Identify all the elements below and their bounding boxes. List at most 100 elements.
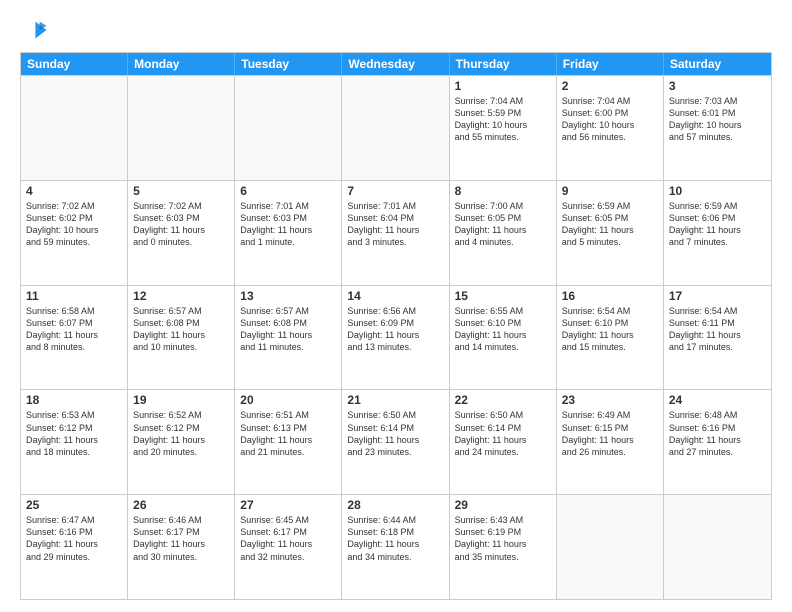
day-info: Sunrise: 6:56 AM Sunset: 6:09 PM Dayligh… xyxy=(347,305,443,354)
day-number: 27 xyxy=(240,498,336,512)
day-number: 6 xyxy=(240,184,336,198)
cal-cell: 6Sunrise: 7:01 AM Sunset: 6:03 PM Daylig… xyxy=(235,181,342,285)
cal-cell: 3 Sunrise: 7:03 AM Sunset: 6:01 PM Daylig… xyxy=(664,76,771,180)
calendar: SundayMondayTuesdayWednesdayThursdayFrid… xyxy=(20,52,772,600)
logo xyxy=(20,16,52,44)
day-number: 7 xyxy=(347,184,443,198)
day-info: Sunrise: 6:47 AM Sunset: 6:16 PM Dayligh… xyxy=(26,514,122,563)
cal-cell: 15 Sunrise: 6:55 AM Sunset: 6:10 PM Dayli… xyxy=(450,286,557,390)
day-info: Sunrise: 6:53 AM Sunset: 6:12 PM Dayligh… xyxy=(26,409,122,458)
day-number: 4 xyxy=(26,184,122,198)
cal-cell: 18 Sunrise: 6:53 AM Sunset: 6:12 PM Dayli… xyxy=(21,390,128,494)
day-info: Sunrise: 6:45 AM Sunset: 6:17 PM Dayligh… xyxy=(240,514,336,563)
cal-cell: 14 Sunrise: 6:56 AM Sunset: 6:09 PM Dayli… xyxy=(342,286,449,390)
day-number: 2 xyxy=(562,79,658,93)
day-number: 24 xyxy=(669,393,766,407)
day-number: 1 xyxy=(455,79,551,93)
header-day-thursday: Thursday xyxy=(450,53,557,75)
day-number: 10 xyxy=(669,184,766,198)
cal-cell: 9Sunrise: 6:59 AM Sunset: 6:05 PM Daylig… xyxy=(557,181,664,285)
day-number: 22 xyxy=(455,393,551,407)
day-info: Sunrise: 7:02 AM Sunset: 6:03 PM Dayligh… xyxy=(133,200,229,249)
day-info: Sunrise: 7:03 AM Sunset: 6:01 PM Dayligh… xyxy=(669,95,766,144)
day-info: Sunrise: 6:54 AM Sunset: 6:11 PM Dayligh… xyxy=(669,305,766,354)
day-number: 20 xyxy=(240,393,336,407)
day-info: Sunrise: 7:01 AM Sunset: 6:04 PM Dayligh… xyxy=(347,200,443,249)
cal-cell: 1 Sunrise: 7:04 AM Sunset: 5:59 PM Daylig… xyxy=(450,76,557,180)
day-number: 18 xyxy=(26,393,122,407)
cal-cell: 22 Sunrise: 6:50 AM Sunset: 6:14 PM Dayli… xyxy=(450,390,557,494)
cal-cell: 7 Sunrise: 7:01 AM Sunset: 6:04 PM Daylig… xyxy=(342,181,449,285)
day-number: 28 xyxy=(347,498,443,512)
cal-cell xyxy=(235,76,342,180)
calendar-body: 1 Sunrise: 7:04 AM Sunset: 5:59 PM Daylig… xyxy=(21,75,771,599)
day-number: 5 xyxy=(133,184,229,198)
calendar-row-1: 4 Sunrise: 7:02 AM Sunset: 6:02 PM Daylig… xyxy=(21,180,771,285)
cal-cell: 11 Sunrise: 6:58 AM Sunset: 6:07 PM Dayli… xyxy=(21,286,128,390)
calendar-row-3: 18 Sunrise: 6:53 AM Sunset: 6:12 PM Dayli… xyxy=(21,389,771,494)
day-info: Sunrise: 6:57 AM Sunset: 6:08 PM Dayligh… xyxy=(240,305,336,354)
day-info: Sunrise: 6:54 AM Sunset: 6:10 PM Dayligh… xyxy=(562,305,658,354)
cal-cell: 12Sunrise: 6:57 AM Sunset: 6:08 PM Dayli… xyxy=(128,286,235,390)
day-info: Sunrise: 6:43 AM Sunset: 6:19 PM Dayligh… xyxy=(455,514,551,563)
day-info: Sunrise: 6:51 AM Sunset: 6:13 PM Dayligh… xyxy=(240,409,336,458)
cal-cell: 17 Sunrise: 6:54 AM Sunset: 6:11 PM Dayli… xyxy=(664,286,771,390)
day-info: Sunrise: 7:04 AM Sunset: 5:59 PM Dayligh… xyxy=(455,95,551,144)
day-number: 17 xyxy=(669,289,766,303)
day-number: 29 xyxy=(455,498,551,512)
day-info: Sunrise: 6:58 AM Sunset: 6:07 PM Dayligh… xyxy=(26,305,122,354)
cal-cell xyxy=(21,76,128,180)
cal-cell xyxy=(557,495,664,599)
day-number: 8 xyxy=(455,184,551,198)
day-info: Sunrise: 6:44 AM Sunset: 6:18 PM Dayligh… xyxy=(347,514,443,563)
cal-cell: 2 Sunrise: 7:04 AM Sunset: 6:00 PM Daylig… xyxy=(557,76,664,180)
cal-cell: 24Sunrise: 6:48 AM Sunset: 6:16 PM Dayli… xyxy=(664,390,771,494)
day-number: 9 xyxy=(562,184,658,198)
day-info: Sunrise: 6:52 AM Sunset: 6:12 PM Dayligh… xyxy=(133,409,229,458)
cal-cell: 28 Sunrise: 6:44 AM Sunset: 6:18 PM Dayli… xyxy=(342,495,449,599)
day-info: Sunrise: 6:49 AM Sunset: 6:15 PM Dayligh… xyxy=(562,409,658,458)
day-number: 13 xyxy=(240,289,336,303)
header-day-friday: Friday xyxy=(557,53,664,75)
day-number: 3 xyxy=(669,79,766,93)
page: SundayMondayTuesdayWednesdayThursdayFrid… xyxy=(0,0,792,612)
day-number: 23 xyxy=(562,393,658,407)
day-info: Sunrise: 7:00 AM Sunset: 6:05 PM Dayligh… xyxy=(455,200,551,249)
calendar-row-0: 1 Sunrise: 7:04 AM Sunset: 5:59 PM Daylig… xyxy=(21,75,771,180)
day-info: Sunrise: 6:59 AM Sunset: 6:06 PM Dayligh… xyxy=(669,200,766,249)
cal-cell: 8 Sunrise: 7:00 AM Sunset: 6:05 PM Daylig… xyxy=(450,181,557,285)
header-day-monday: Monday xyxy=(128,53,235,75)
day-number: 25 xyxy=(26,498,122,512)
cal-cell: 16 Sunrise: 6:54 AM Sunset: 6:10 PM Dayli… xyxy=(557,286,664,390)
day-info: Sunrise: 6:50 AM Sunset: 6:14 PM Dayligh… xyxy=(347,409,443,458)
header xyxy=(20,16,772,44)
day-number: 11 xyxy=(26,289,122,303)
cal-cell xyxy=(342,76,449,180)
cal-cell xyxy=(664,495,771,599)
day-number: 19 xyxy=(133,393,229,407)
day-number: 14 xyxy=(347,289,443,303)
cal-cell: 26Sunrise: 6:46 AM Sunset: 6:17 PM Dayli… xyxy=(128,495,235,599)
cal-cell: 19 Sunrise: 6:52 AM Sunset: 6:12 PM Dayli… xyxy=(128,390,235,494)
day-info: Sunrise: 6:55 AM Sunset: 6:10 PM Dayligh… xyxy=(455,305,551,354)
cal-cell: 25 Sunrise: 6:47 AM Sunset: 6:16 PM Dayli… xyxy=(21,495,128,599)
day-info: Sunrise: 7:04 AM Sunset: 6:00 PM Dayligh… xyxy=(562,95,658,144)
day-info: Sunrise: 7:02 AM Sunset: 6:02 PM Dayligh… xyxy=(26,200,122,249)
day-number: 15 xyxy=(455,289,551,303)
cal-cell: 13 Sunrise: 6:57 AM Sunset: 6:08 PM Dayli… xyxy=(235,286,342,390)
day-info: Sunrise: 6:57 AM Sunset: 6:08 PM Dayligh… xyxy=(133,305,229,354)
cal-cell: 20 Sunrise: 6:51 AM Sunset: 6:13 PM Dayli… xyxy=(235,390,342,494)
cal-cell: 29 Sunrise: 6:43 AM Sunset: 6:19 PM Dayli… xyxy=(450,495,557,599)
cal-cell: 4 Sunrise: 7:02 AM Sunset: 6:02 PM Daylig… xyxy=(21,181,128,285)
calendar-row-4: 25 Sunrise: 6:47 AM Sunset: 6:16 PM Dayli… xyxy=(21,494,771,599)
day-number: 26 xyxy=(133,498,229,512)
cal-cell: 5 Sunrise: 7:02 AM Sunset: 6:03 PM Daylig… xyxy=(128,181,235,285)
day-info: Sunrise: 6:50 AM Sunset: 6:14 PM Dayligh… xyxy=(455,409,551,458)
cal-cell: 21 Sunrise: 6:50 AM Sunset: 6:14 PM Dayli… xyxy=(342,390,449,494)
calendar-header: SundayMondayTuesdayWednesdayThursdayFrid… xyxy=(21,53,771,75)
cal-cell: 23 Sunrise: 6:49 AM Sunset: 6:15 PM Dayli… xyxy=(557,390,664,494)
day-number: 21 xyxy=(347,393,443,407)
header-day-saturday: Saturday xyxy=(664,53,771,75)
day-number: 16 xyxy=(562,289,658,303)
header-day-tuesday: Tuesday xyxy=(235,53,342,75)
